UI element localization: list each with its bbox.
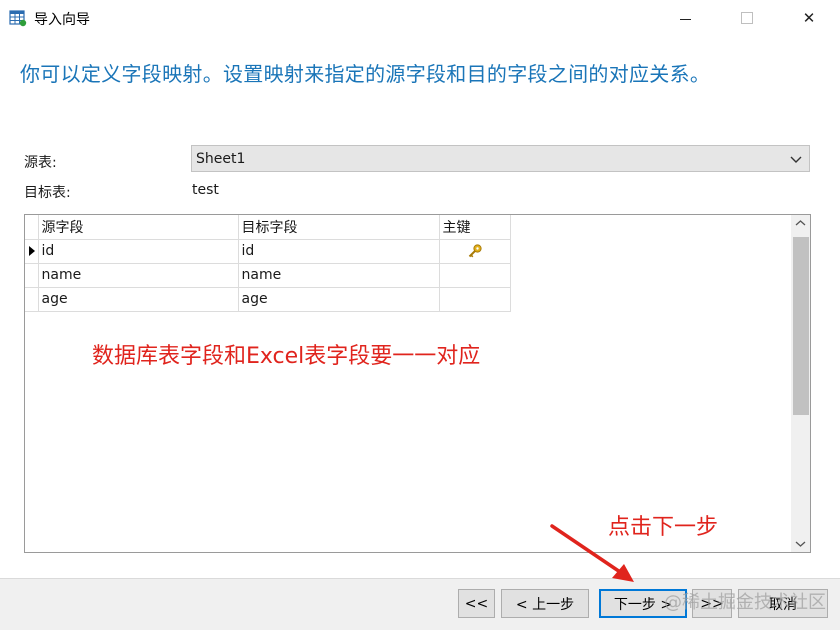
scrollbar-thumb[interactable] [793, 237, 809, 415]
scroll-up-icon[interactable] [791, 215, 810, 232]
source-field-cell[interactable]: id [38, 239, 239, 264]
target-table-label: 目标表: [24, 185, 71, 201]
header-row: 源字段 目标字段 主键 [25, 215, 511, 240]
scroll-down-icon[interactable] [791, 535, 810, 552]
source-table-select[interactable]: Sheet1 [191, 145, 810, 172]
current-row-arrow-icon [29, 246, 35, 256]
primary-key-cell[interactable] [439, 239, 511, 264]
row-indicator-header [25, 215, 39, 240]
window-title: 导入向导 [34, 12, 90, 28]
close-button[interactable]: ✕ [786, 0, 832, 36]
table-row[interactable]: name name [25, 263, 511, 288]
mapping-annotation: 数据库表字段和Excel表字段要一一对应 [92, 344, 481, 369]
vertical-scrollbar[interactable] [791, 215, 810, 552]
source-field-cell[interactable]: age [38, 287, 239, 312]
target-table-value: test [192, 182, 219, 198]
column-header-target-field[interactable]: 目标字段 [238, 215, 440, 240]
maximize-button[interactable] [724, 0, 770, 36]
minimize-icon [679, 18, 691, 20]
field-mapping-grid[interactable]: 源字段 目标字段 主键 id id name name age age [24, 214, 811, 553]
row-indicator [25, 239, 39, 264]
row-indicator [25, 263, 39, 288]
source-table-value: Sheet1 [196, 151, 246, 167]
target-field-cell[interactable]: name [238, 263, 440, 288]
column-header-primary-key[interactable]: 主键 [439, 215, 511, 240]
table-import-icon [9, 10, 27, 27]
primary-key-cell[interactable] [439, 287, 511, 312]
minimize-button[interactable] [662, 0, 708, 36]
table-row[interactable]: age age [25, 287, 511, 312]
first-step-button[interactable]: << [458, 589, 495, 618]
watermark-text: @稀土掘金技术社区 [664, 592, 826, 613]
target-field-cell[interactable]: id [238, 239, 440, 264]
primary-key-cell[interactable] [439, 263, 511, 288]
table-row[interactable]: id id [25, 239, 511, 264]
mapping-table: 源字段 目标字段 主键 id id name name age age [25, 215, 511, 312]
maximize-icon [741, 12, 753, 24]
chevron-down-icon [790, 156, 802, 163]
page-heading: 你可以定义字段映射。设置映射来指定的源字段和目的字段之间的对应关系。 [20, 62, 711, 86]
title-bar: 导入向导 ✕ [0, 0, 840, 36]
column-header-source-field[interactable]: 源字段 [38, 215, 239, 240]
target-field-cell[interactable]: age [238, 287, 440, 312]
source-table-label: 源表: [24, 155, 57, 171]
previous-step-button[interactable]: < 上一步 [501, 589, 589, 618]
row-indicator [25, 287, 39, 312]
source-field-cell[interactable]: name [38, 263, 239, 288]
close-icon: ✕ [802, 9, 816, 27]
annotation-arrow-icon [550, 524, 634, 582]
key-icon [468, 244, 482, 258]
